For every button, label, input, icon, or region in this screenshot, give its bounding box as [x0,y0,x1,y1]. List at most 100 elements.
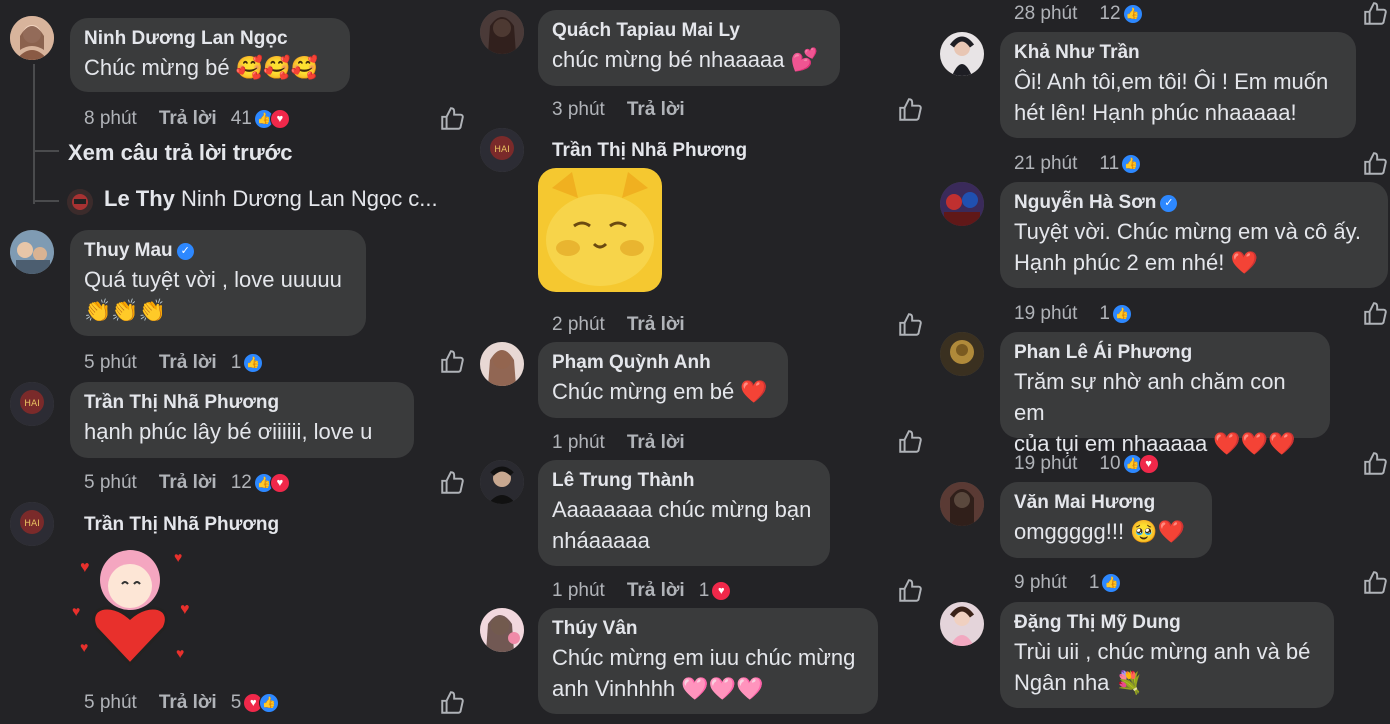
comment-text: Chúc mừng em bé ❤️ [552,379,768,404]
comment-time[interactable]: 19 phút [1014,303,1077,325]
comment-author[interactable]: Đặng Thị Mỹ Dung [1014,610,1320,636]
reply-button[interactable]: Trả lời [627,580,685,602]
comment-author[interactable]: Quách Tapiau Mai Ly [552,18,826,44]
reaction-count[interactable]: 1 [699,580,710,602]
avatar[interactable] [480,342,524,386]
comment-time[interactable]: 28 phút [1014,3,1077,25]
like-thumb-icon[interactable] [439,349,465,375]
reply-button[interactable]: Trả lời [159,472,217,494]
comment-author[interactable]: Trần Thị Nhã Phương [84,512,279,538]
comment-bubble: Thúy Vân Chúc mừng em iuu chúc mừng anh … [538,608,878,714]
reply-preview-text: Ninh Dương Lan Ngọc c... [181,186,438,211]
reply-preview-author[interactable]: Le Thy [104,186,175,211]
comment-text: Trăm sự nhờ anh chăm con em [1014,369,1286,425]
love-reaction-icon: ♥ [269,473,290,493]
like-thumb-icon[interactable] [897,97,923,123]
reaction-count[interactable]: 5 [231,692,242,714]
like-thumb-icon[interactable] [439,470,465,496]
comment-author[interactable]: Ninh Dương Lan Ngọc [84,26,336,52]
thread-branch [33,200,59,202]
yellow-cat-sticker[interactable] [538,168,662,292]
reply-button[interactable]: Trả lời [627,432,685,454]
comment-text: omggggg!!! 🥹❤️ [1014,519,1185,544]
comment-time[interactable]: 9 phút [1014,572,1067,594]
avatar[interactable] [480,10,524,54]
comment-author[interactable]: Nguyễn Hà Sơn [1014,190,1156,216]
like-reaction-icon: 👍 [1111,304,1132,324]
svg-text:♥: ♥ [174,549,182,565]
view-previous-replies-link[interactable]: Xem câu trả lời trước [68,140,293,166]
avatar[interactable] [10,230,54,274]
svg-text:HAI: HAI [24,399,40,409]
comment-text-line2: Hạnh phúc 2 em nhé! ❤️ [1014,250,1258,275]
reaction-count[interactable]: 12 [1099,3,1120,25]
comment-text-line2: anh Vinhhhh 🩷🩷🩷 [552,676,764,701]
like-thumb-icon[interactable] [439,690,465,716]
comment-text: Trùi uii , chúc mừng anh và bé [1014,639,1311,664]
comment-author[interactable]: Thúy Vân [552,616,864,642]
avatar[interactable] [940,332,984,376]
reaction-count[interactable]: 1 [1099,303,1110,325]
reply-button[interactable]: Trả lời [627,314,685,336]
avatar[interactable] [67,189,93,215]
avatar[interactable]: HAI [480,128,524,172]
like-thumb-icon[interactable] [1362,151,1388,177]
like-thumb-icon[interactable] [1362,570,1388,596]
avatar[interactable]: HAI [10,502,54,546]
avatar[interactable] [940,32,984,76]
like-reaction-icon: 👍 [1121,154,1142,174]
avatar[interactable] [940,602,984,646]
reply-button[interactable]: Trả lời [627,99,685,121]
avatar[interactable] [480,608,524,652]
comment-time[interactable]: 8 phút [84,108,137,130]
comment-time[interactable]: 1 phút [552,432,605,454]
comment-time[interactable]: 3 phút [552,99,605,121]
comment-author[interactable]: Khả Như Trần [1014,40,1342,66]
comment-author[interactable]: Văn Mai Hương [1014,490,1198,516]
like-thumb-icon[interactable] [897,312,923,338]
reaction-count[interactable]: 10 [1099,453,1120,475]
comment-text-line2: hét lên! Hạnh phúc nhaaaaa! [1014,100,1297,125]
comment-author[interactable]: Phan Lê Ái Phương [1014,340,1316,366]
like-thumb-icon[interactable] [1362,451,1388,477]
avatar[interactable] [480,460,524,504]
comment-author[interactable]: Lê Trung Thành [552,468,816,494]
comment-author[interactable]: Trần Thị Nhã Phương [84,390,400,416]
comment-meta: 2 phút Trả lời [552,314,699,336]
like-thumb-icon[interactable] [897,429,923,455]
reaction-count[interactable]: 1 [1089,572,1100,594]
comment-author[interactable]: Thuy Mau [84,238,173,264]
comment-time[interactable]: 19 phút [1014,453,1077,475]
reaction-count[interactable]: 1 [231,352,242,374]
comment-bubble: Thuy Mau ✓ Quá tuyệt vời , love uuuuu 👏👏👏 [70,230,366,336]
reply-button[interactable]: Trả lời [159,108,217,130]
reply-preview[interactable]: Le Thy Ninh Dương Lan Ngọc c... [104,186,438,212]
comment-meta: 19 phút 10 👍 ♥ [1014,453,1159,475]
reaction-count[interactable]: 11 [1099,153,1119,175]
reaction-count[interactable]: 41 [231,108,252,130]
avatar[interactable] [940,482,984,526]
comment-time[interactable]: 5 phút [84,692,137,714]
comment-author[interactable]: Trần Thị Nhã Phương [552,138,747,164]
reply-button[interactable]: Trả lời [159,692,217,714]
comment-time[interactable]: 5 phút [84,472,137,494]
like-thumb-icon[interactable] [1362,1,1388,27]
avatar[interactable] [10,16,54,60]
reaction-count[interactable]: 12 [231,472,252,494]
like-thumb-icon[interactable] [439,106,465,132]
reply-button[interactable]: Trả lời [159,352,217,374]
avatar[interactable]: HAI [10,382,54,426]
avatar[interactable] [940,182,984,226]
comment-author[interactable]: Phạm Quỳnh Anh [552,350,774,376]
comment-time[interactable]: 2 phút [552,314,605,336]
comment-bubble: Khả Như Trần Ôi! Anh tôi,em tôi! Ôi ! Em… [1000,32,1356,138]
comment-meta: 5 phút Trả lời 1 👍 [84,352,264,374]
like-thumb-icon[interactable] [897,578,923,604]
comment-time[interactable]: 1 phút [552,580,605,602]
like-reaction-icon: 👍 [1122,4,1143,24]
like-thumb-icon[interactable] [1362,301,1388,327]
comment-time[interactable]: 5 phút [84,352,137,374]
comment-text-line2: nháaaaaa [552,528,650,553]
girl-heart-sticker[interactable]: ♥ ♥ ♥ ♥ ♥ ♥ [66,540,196,670]
comment-time[interactable]: 21 phút [1014,153,1077,175]
